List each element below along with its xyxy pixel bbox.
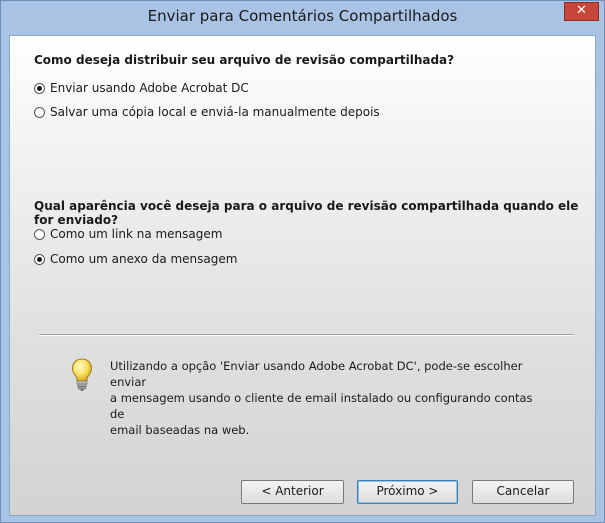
radio-save-local[interactable]: Salvar uma cópia local e enviá-la manual… (34, 104, 380, 120)
back-button[interactable]: < Anterior (241, 480, 344, 504)
appearance-question: Qual aparência você deseja para o arquiv… (34, 199, 579, 227)
distribution-question: Como deseja distribuir seu arquivo de re… (34, 53, 455, 67)
close-icon: ✕ (576, 3, 587, 18)
info-message: Utilizando a opção 'Enviar usando Adobe … (110, 358, 550, 438)
dialog-window: Enviar para Comentários Compartilhados ✕… (0, 0, 605, 523)
next-button[interactable]: Próximo > (357, 480, 458, 504)
window-title: Enviar para Comentários Compartilhados (147, 7, 458, 25)
radio-button[interactable] (34, 82, 45, 94)
radio-link[interactable]: Como um link na mensagem (34, 226, 222, 242)
separator (39, 334, 574, 336)
close-button[interactable]: ✕ (564, 2, 599, 21)
radio-label: Enviar usando Adobe Acrobat DC (50, 81, 249, 95)
lightbulb-icon (71, 358, 93, 391)
info-line: a mensagem usando o cliente de email ins… (110, 391, 533, 421)
radio-button[interactable] (34, 228, 45, 240)
radio-attachment[interactable]: Como um anexo da mensagem (34, 251, 237, 267)
radio-send-acrobat[interactable]: Enviar usando Adobe Acrobat DC (34, 80, 249, 96)
radio-button[interactable] (34, 106, 45, 118)
info-line: email baseadas na web. (110, 423, 250, 437)
title-bar[interactable]: Enviar para Comentários Compartilhados ✕ (1, 1, 604, 35)
radio-label: Como um link na mensagem (50, 227, 223, 241)
radio-label: Salvar uma cópia local e enviá-la manual… (50, 105, 380, 119)
radio-button[interactable] (34, 253, 45, 265)
dialog-body: Como deseja distribuir seu arquivo de re… (9, 35, 596, 516)
info-line: Utilizando a opção 'Enviar usando Adobe … (110, 359, 523, 389)
cancel-button[interactable]: Cancelar (472, 480, 574, 504)
radio-label: Como um anexo da mensagem (50, 252, 238, 266)
